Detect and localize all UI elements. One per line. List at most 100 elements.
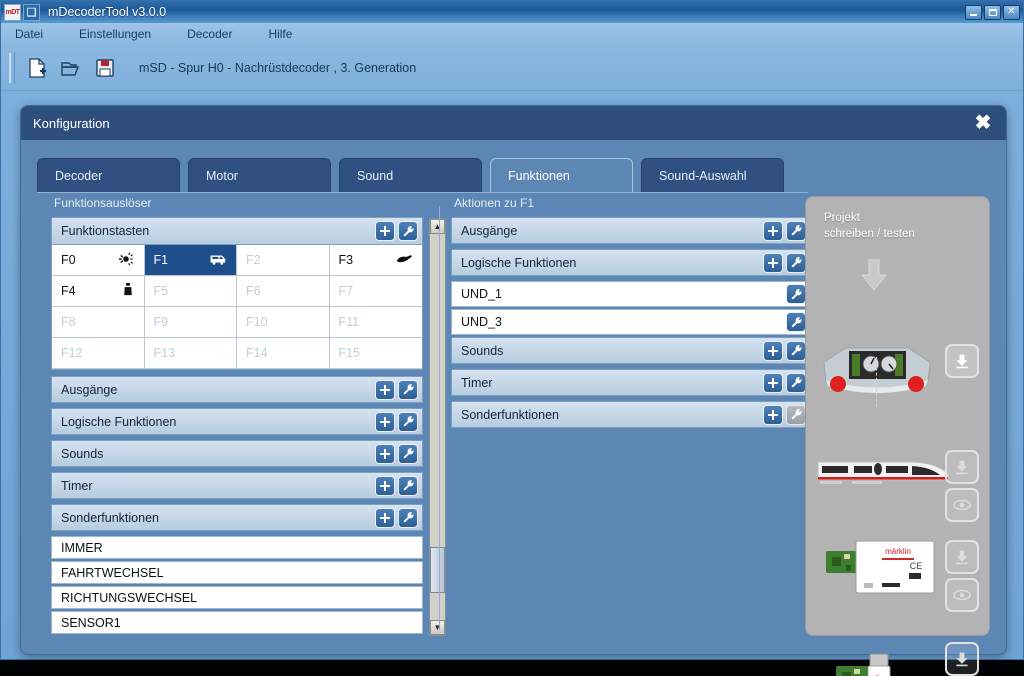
add-button[interactable] bbox=[763, 221, 783, 241]
function-key-f5[interactable]: F5 bbox=[145, 276, 238, 307]
menu-item-datei[interactable]: Datei bbox=[11, 26, 47, 42]
add-button[interactable] bbox=[375, 412, 395, 432]
left-group-ausgaenge[interactable]: Ausgänge bbox=[51, 376, 423, 403]
action-group-timer[interactable]: Timer bbox=[451, 369, 811, 396]
central-station-image bbox=[816, 340, 938, 407]
add-button[interactable] bbox=[375, 444, 395, 464]
scroll-up-button[interactable]: ▲ bbox=[430, 219, 445, 234]
function-key-f2[interactable]: F2 bbox=[237, 245, 330, 276]
function-key-label: F8 bbox=[61, 315, 76, 329]
left-group-sonderfunktionen[interactable]: Sonderfunktionen bbox=[51, 504, 423, 531]
projekt-rail: Projekt schreiben / testen bbox=[805, 196, 990, 636]
write-to-ice-train-button[interactable] bbox=[945, 450, 979, 484]
add-button[interactable] bbox=[763, 341, 783, 361]
read-from-ice-train-button[interactable] bbox=[945, 488, 979, 522]
menu-item-einstellungen[interactable]: Einstellungen bbox=[75, 26, 155, 42]
tab-underline bbox=[37, 192, 808, 193]
minimize-button[interactable] bbox=[965, 5, 982, 20]
edit-button[interactable] bbox=[398, 476, 418, 496]
aktionen-caption: Aktionen zu F1 bbox=[451, 196, 811, 210]
edit-button[interactable] bbox=[786, 405, 806, 425]
action-group-sounds[interactable]: Sounds bbox=[451, 337, 811, 364]
write-to-central-station-button[interactable] bbox=[945, 344, 979, 378]
add-button[interactable] bbox=[375, 508, 395, 528]
row-label: Logische Funktionen bbox=[461, 256, 576, 270]
function-key-f3[interactable]: F3 bbox=[330, 245, 423, 276]
write-to-usb-stick-button[interactable] bbox=[945, 642, 979, 676]
add-button[interactable] bbox=[375, 380, 395, 400]
tab-label: Sound bbox=[357, 169, 393, 183]
read-from-programmer-button[interactable] bbox=[945, 578, 979, 612]
row-label: Timer bbox=[461, 376, 492, 390]
close-button[interactable]: ✕ bbox=[1003, 5, 1020, 20]
svg-text:märklin: märklin bbox=[885, 547, 911, 556]
left-list-scrollbar[interactable]: ▲ ▼ bbox=[429, 218, 446, 636]
edit-button[interactable] bbox=[786, 312, 806, 332]
function-key-f15[interactable]: F15 bbox=[330, 338, 423, 369]
add-button[interactable] bbox=[375, 476, 395, 496]
function-key-f9[interactable]: F9 bbox=[145, 307, 238, 338]
scrollbar-thumb[interactable] bbox=[430, 547, 445, 593]
edit-button[interactable] bbox=[786, 253, 806, 273]
list-item-sensor1[interactable]: SENSOR1 bbox=[51, 611, 423, 634]
add-funktionstaste-button[interactable] bbox=[375, 221, 395, 241]
function-key-f1[interactable]: F1 bbox=[145, 245, 238, 276]
open-folder-icon[interactable] bbox=[59, 56, 83, 80]
edit-button[interactable] bbox=[398, 444, 418, 464]
scroll-down-button[interactable]: ▼ bbox=[430, 620, 445, 635]
function-key-f14[interactable]: F14 bbox=[237, 338, 330, 369]
toolbar-grip[interactable] bbox=[9, 53, 15, 83]
function-key-f7[interactable]: F7 bbox=[330, 276, 423, 307]
edit-button[interactable] bbox=[398, 508, 418, 528]
left-group-timer[interactable]: Timer bbox=[51, 472, 423, 499]
edit-button[interactable] bbox=[398, 412, 418, 432]
action-group-logische-funktionen[interactable]: Logische Funktionen bbox=[451, 249, 811, 276]
action-group-sonderfunktionen[interactable]: Sonderfunktionen bbox=[451, 401, 811, 428]
list-item-richtungswechsel[interactable]: RICHTUNGSWECHSEL bbox=[51, 586, 423, 609]
tab-label: Motor bbox=[206, 169, 238, 183]
add-button[interactable] bbox=[763, 253, 783, 273]
list-item-fahrtwechsel[interactable]: FAHRTWECHSEL bbox=[51, 561, 423, 584]
function-key-f6[interactable]: F6 bbox=[237, 276, 330, 307]
write-to-programmer-button[interactable] bbox=[945, 540, 979, 574]
function-key-label: F14 bbox=[246, 346, 268, 360]
action-item-und-3[interactable]: UND_3 bbox=[451, 309, 811, 335]
save-disk-icon[interactable] bbox=[93, 56, 117, 80]
function-key-f12[interactable]: F12 bbox=[52, 338, 145, 369]
rail-title-line1: Projekt bbox=[824, 211, 989, 227]
maximize-button[interactable] bbox=[984, 5, 1001, 20]
tab-decoder[interactable]: Decoder bbox=[37, 158, 180, 192]
function-key-f13[interactable]: F13 bbox=[145, 338, 238, 369]
row-label: Sonderfunktionen bbox=[461, 408, 559, 422]
funktionstasten-label: Funktionstasten bbox=[61, 224, 149, 238]
tab-funktionen[interactable]: Funktionen bbox=[490, 158, 633, 192]
tab-sound-auswahl[interactable]: Sound-Auswahl bbox=[641, 158, 784, 192]
left-group-sounds[interactable]: Sounds bbox=[51, 440, 423, 467]
function-key-f0[interactable]: F0 bbox=[52, 245, 145, 276]
menu-item-hilfe[interactable]: Hilfe bbox=[264, 26, 296, 42]
edit-button[interactable] bbox=[786, 284, 806, 304]
function-key-label: F0 bbox=[61, 253, 76, 267]
function-key-f4[interactable]: F4 bbox=[52, 276, 145, 307]
action-item-und-1[interactable]: UND_1 bbox=[451, 281, 811, 307]
tab-motor[interactable]: Motor bbox=[188, 158, 331, 192]
list-item-immer[interactable]: IMMER bbox=[51, 536, 423, 559]
row-label: Ausgänge bbox=[61, 383, 117, 397]
function-key-f11[interactable]: F11 bbox=[330, 307, 423, 338]
function-key-f10[interactable]: F10 bbox=[237, 307, 330, 338]
action-group-ausgaenge[interactable]: Ausgänge bbox=[451, 217, 811, 244]
edit-funktionstasten-button[interactable] bbox=[398, 221, 418, 241]
menu-item-decoder[interactable]: Decoder bbox=[183, 26, 236, 42]
edit-button[interactable] bbox=[398, 380, 418, 400]
function-key-f8[interactable]: F8 bbox=[52, 307, 145, 338]
edit-button[interactable] bbox=[786, 341, 806, 361]
edit-button[interactable] bbox=[786, 373, 806, 393]
dialog-close-icon[interactable]: ✖ bbox=[972, 112, 994, 134]
funktionstasten-buttons bbox=[375, 221, 418, 241]
left-group-logische-funktionen[interactable]: Logische Funktionen bbox=[51, 408, 423, 435]
add-button[interactable] bbox=[763, 405, 783, 425]
tab-sound[interactable]: Sound bbox=[339, 158, 482, 192]
add-button[interactable] bbox=[763, 373, 783, 393]
new-document-icon[interactable] bbox=[25, 56, 49, 80]
edit-button[interactable] bbox=[786, 221, 806, 241]
